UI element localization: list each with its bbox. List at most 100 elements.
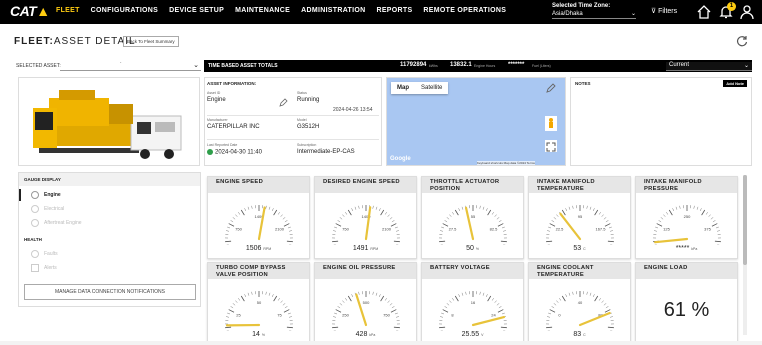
gauge-tick	[384, 298, 387, 301]
gauge-tick	[387, 214, 390, 217]
gauge-tick	[608, 226, 612, 229]
sidebar-item-electrical[interactable]: Electrical	[31, 205, 64, 213]
gauge-tick	[491, 212, 494, 215]
nav-configurations[interactable]: CONFIGURATIONS	[91, 7, 158, 14]
filters-button[interactable]: ⊽ Filters	[651, 7, 677, 15]
health-heading: HEALTH	[24, 237, 42, 242]
gauge-tick	[444, 220, 448, 223]
refresh-icon[interactable]	[735, 34, 749, 48]
gauge-tick	[375, 292, 378, 296]
gauge-tick	[287, 226, 291, 229]
nav-remote-operations[interactable]: REMOTE OPERATIONS	[423, 7, 506, 14]
street-view-pegman-icon[interactable]	[545, 116, 557, 131]
active-indicator	[19, 189, 21, 201]
nav-fleet[interactable]: FLEET	[56, 7, 80, 14]
gauge-tick	[548, 226, 552, 229]
gauge-tick	[679, 205, 681, 209]
gauge-tick	[354, 206, 357, 210]
nav-device-setup[interactable]: DEVICE SETUP	[169, 7, 224, 14]
scrollbar-thumb[interactable]	[743, 175, 747, 265]
timezone-selector[interactable]: Selected Time Zone: Asia/Dhaka ⌄	[552, 2, 636, 19]
gauge-tick	[572, 205, 574, 209]
period-dropdown[interactable]: Current ⌄	[666, 62, 752, 71]
gauge-tick	[712, 220, 716, 223]
gauge-value: *****	[675, 245, 690, 252]
gauge-card: ENGINE LOAD 61 %	[635, 262, 738, 345]
selected-asset-dropdown[interactable]: · ⌄	[60, 60, 201, 71]
user-icon[interactable]	[739, 4, 755, 20]
gauge-tick	[496, 217, 500, 220]
gauge-tick	[553, 303, 557, 306]
gauge-tick	[272, 294, 274, 298]
sidebar-item-alerts[interactable]: Alerts	[31, 264, 57, 272]
add-note-button[interactable]: Add Note	[723, 80, 747, 87]
gauge-tick	[696, 206, 699, 210]
gauge-card: TURBO COMP BYPASS VALVE POSITION25507501…	[207, 262, 310, 345]
chevron-down-icon: ⌄	[193, 62, 199, 69]
home-icon[interactable]	[696, 4, 712, 20]
gauge-dial: 81624032	[439, 291, 507, 331]
gauge-tick	[716, 230, 720, 232]
gauge-tick-label: 125	[663, 227, 670, 232]
gauge-tick	[479, 291, 481, 295]
gauge-tick	[497, 223, 504, 227]
gauge-tick	[446, 303, 450, 306]
gauge-tick	[244, 294, 246, 298]
pencil-edit-icon[interactable]	[545, 82, 557, 94]
gauge-needle	[364, 206, 372, 241]
gauge-tick	[693, 205, 695, 209]
gauge-tick	[394, 312, 398, 315]
sidebar-item-label: Aftertreat Engine	[44, 220, 82, 226]
nav-reports[interactable]: REPORTS	[376, 7, 412, 14]
gauge-dial: 1252503750500	[653, 205, 721, 245]
sidebar-item-faults[interactable]: Faults	[31, 250, 58, 258]
gauge-tick	[441, 312, 445, 315]
model-field: Model G3512H	[297, 118, 319, 130]
gauge-tick	[547, 230, 551, 232]
gauge-value: 14	[252, 331, 260, 338]
map-tab-satellite[interactable]: Satellite	[415, 82, 448, 94]
sidebar-item-label: Alerts	[44, 265, 57, 271]
gauge-tick	[501, 226, 505, 229]
engine-hours-value: 13832.1	[450, 62, 472, 68]
gauge-tick	[452, 298, 455, 301]
gauge-title: INTAKE MANIFOLD TEMPERATURE	[529, 177, 630, 193]
sidebar-item-engine[interactable]: Engine	[31, 191, 61, 199]
fullscreen-icon[interactable]	[545, 140, 557, 152]
gauge-tick	[240, 209, 245, 216]
cat-logo[interactable]: CAT▲	[10, 3, 50, 19]
gauge-card: ENGINE COOLANT TEMPERATURE04080-4012083 …	[528, 262, 631, 345]
back-to-fleet-summary-button[interactable]: Back To Fleet Summary	[123, 36, 179, 47]
gauge-title: ENGINE LOAD	[636, 263, 737, 279]
gauge-tick-label: 75	[277, 313, 282, 318]
pencil-edit-icon[interactable]	[279, 98, 288, 107]
asset-location-map[interactable]: Map Satellite Google Keyboard shortcuts …	[386, 77, 566, 166]
gauge-value: 53	[573, 245, 582, 252]
gauge-tick	[454, 209, 459, 216]
map-tab-map[interactable]: Map	[391, 82, 415, 94]
gauge-tick	[395, 316, 399, 318]
gauge-tick	[465, 291, 467, 295]
sidebar-item-aftertreat[interactable]: Aftertreat Engine	[31, 219, 82, 227]
gauge-dial: 04080-40120	[546, 291, 614, 331]
kwh-unit: kWhs	[429, 63, 438, 68]
subscription-label: Subscription	[297, 143, 317, 147]
manage-data-connection-notifications-button[interactable]: MANAGE DATA CONNECTION NOTIFICATIONS	[24, 284, 196, 300]
nav-administration[interactable]: ADMINISTRATION	[301, 7, 365, 14]
top-nav-bar: CAT▲ FLEET CONFIGURATIONS DEVICE SETUP M…	[0, 0, 762, 24]
nav-maintenance[interactable]: MAINTENANCE	[235, 7, 290, 14]
gauge-tick	[230, 306, 234, 309]
gauge-tick-label: 22.5	[556, 227, 565, 232]
gauge-tick-label: 40	[578, 300, 583, 305]
gauge-scrollbar[interactable]	[743, 175, 747, 335]
gauge-tick	[598, 212, 601, 215]
gauge-display-heading: GAUGE DISPLAY	[19, 173, 200, 186]
gauge-tick	[565, 208, 567, 212]
gauge-tick-label: 24	[491, 313, 496, 318]
gauge-tick-label: 95	[578, 214, 583, 219]
model-value: G3512H	[297, 124, 320, 130]
map-credits: Keyboard shortcuts Map data ©2024 Terms	[477, 161, 535, 165]
gauge-tick	[284, 220, 288, 223]
gauge-tick	[593, 294, 595, 298]
gauge-tick	[660, 217, 664, 220]
